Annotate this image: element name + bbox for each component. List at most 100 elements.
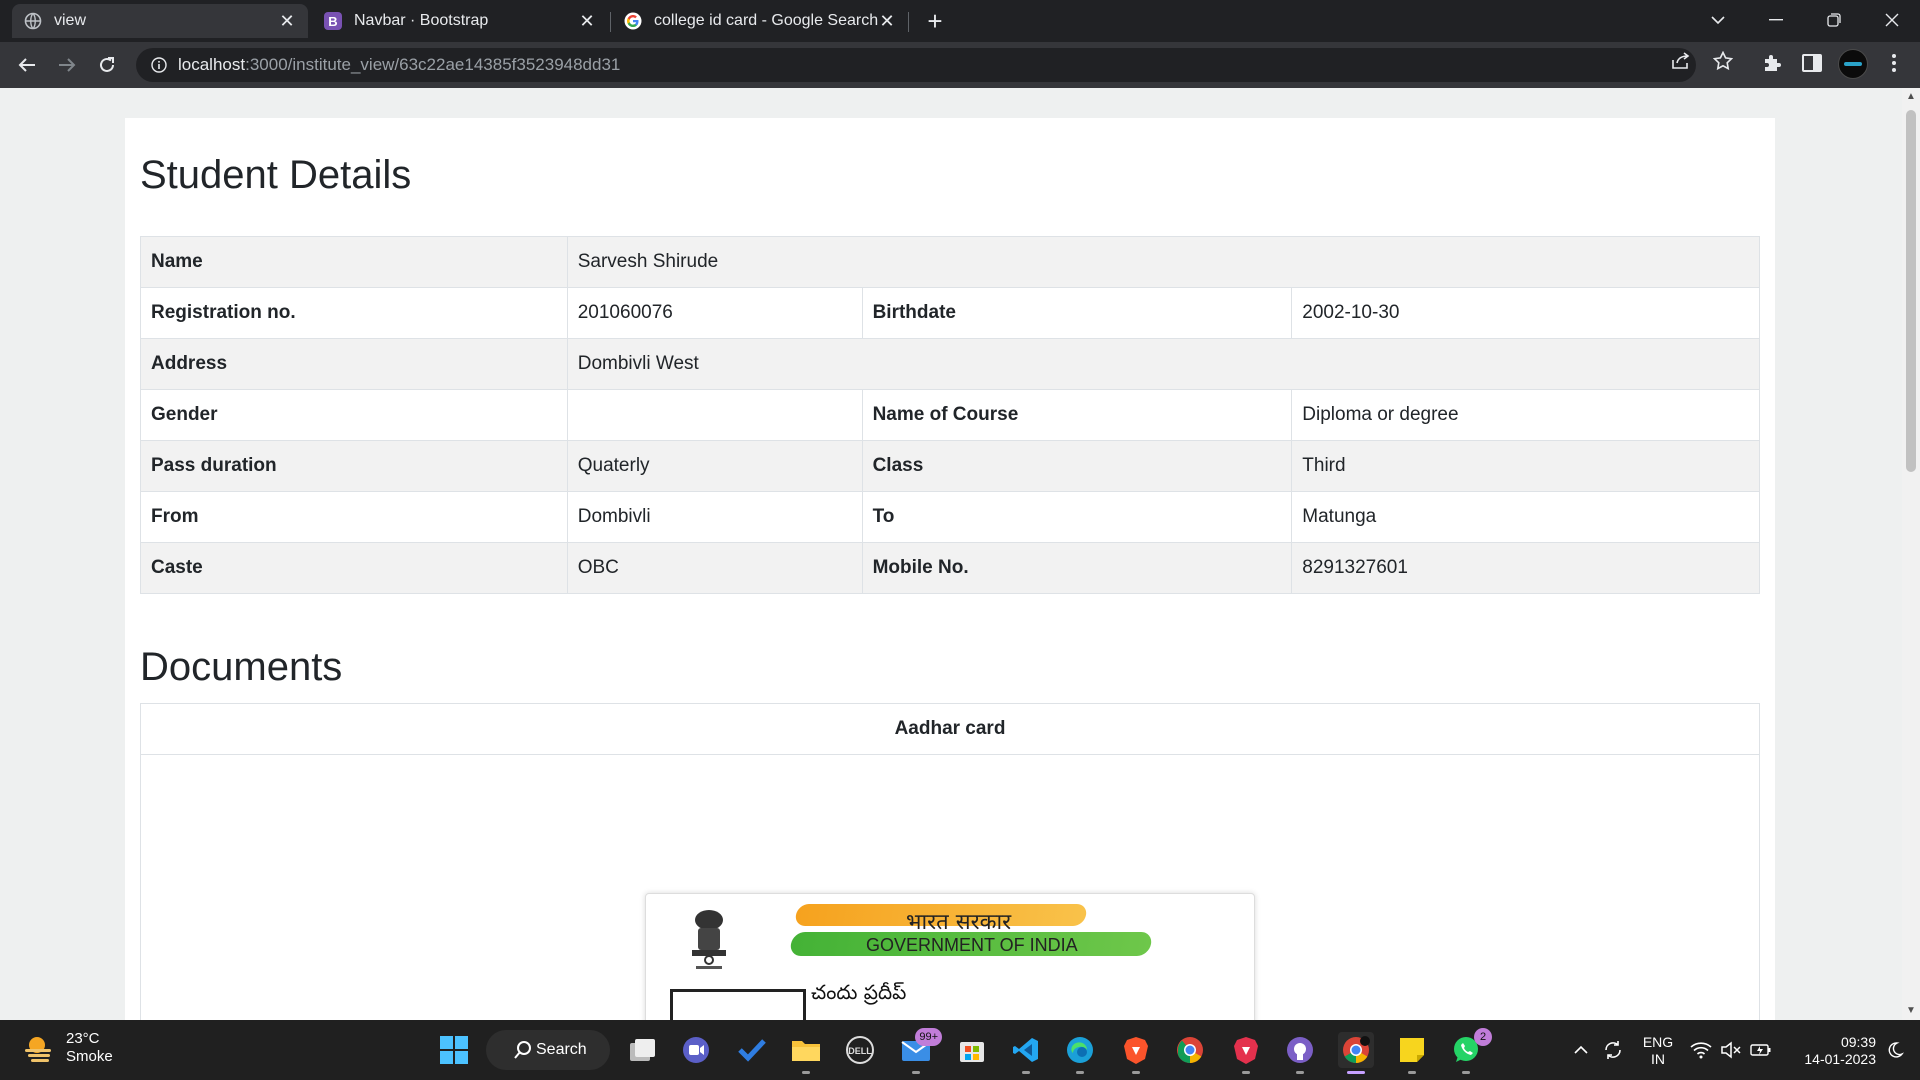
table-row: From Dombivli To Matunga [140,491,1760,543]
field-label: To [861,491,1293,543]
language-code: ENG [1642,1034,1674,1050]
running-indicator [1022,1071,1030,1074]
taskbar-search-box[interactable]: Search [486,1030,610,1070]
running-indicator [912,1071,920,1074]
brave-beta-icon[interactable] [1228,1032,1264,1074]
url-host: localhost [178,55,246,74]
google-icon [624,12,642,30]
microsoft-store-icon[interactable] [954,1032,990,1068]
task-view-icon[interactable] [624,1032,660,1068]
field-value: 201060076 [566,287,863,339]
dell-icon[interactable]: DELL [842,1032,878,1068]
clock-date: 14-01-2023 [1804,1051,1876,1067]
scroll-up-icon[interactable]: ▲ [1906,92,1916,102]
windows-start-icon[interactable] [436,1032,472,1068]
clock[interactable]: 09:39 14-01-2023 [1790,1034,1876,1068]
running-indicator [1296,1071,1304,1074]
github-icon[interactable] [1282,1032,1318,1074]
close-icon[interactable]: ✕ [878,11,896,31]
close-icon[interactable]: ✕ [578,11,596,31]
extensions-puzzle-icon[interactable] [1760,51,1784,75]
national-emblem-icon [684,904,734,974]
field-label: Class [861,440,1293,492]
reload-button[interactable] [92,50,122,80]
running-indicator [1242,1071,1250,1074]
file-explorer-icon[interactable] [788,1032,824,1074]
bootstrap-icon: B [324,12,342,30]
restore-button[interactable] [1806,0,1862,40]
wifi-icon[interactable] [1686,1032,1716,1068]
windows-taskbar: 23°C Smoke Search DELL 99+ 2 ENG IN 09:3… [0,1020,1920,1080]
url-path: :3000/institute_view/63c22ae14385f352394… [245,55,621,74]
todo-check-icon[interactable] [734,1032,770,1068]
tab-title: college id card - Google Search [654,12,878,29]
clock-time: 09:39 [1840,1034,1876,1050]
teams-chat-icon[interactable] [678,1032,714,1068]
profile-avatar[interactable] [1838,49,1868,79]
focus-moon-icon[interactable] [1880,1032,1910,1068]
table-row: Caste OBC Mobile No. 8291327601 [140,542,1760,594]
tab-title: view [54,12,87,29]
site-info-icon[interactable] [150,56,168,74]
brave-icon[interactable] [1118,1032,1154,1074]
side-panel-icon[interactable] [1800,51,1824,75]
svg-text:B: B [328,14,337,29]
bookmark-star-icon[interactable] [1712,50,1734,72]
field-label: Gender [140,389,568,441]
vscode-icon[interactable] [1008,1032,1044,1074]
field-value: Dombivli West [566,338,1761,390]
tab-separator [908,12,909,32]
student-details-table: Name Sarvesh Shirude Registration no. 20… [140,236,1761,594]
field-label: Mobile No. [861,542,1293,594]
field-value: Diploma or degree [1291,389,1760,441]
forward-button[interactable] [52,50,82,80]
battery-charging-icon[interactable] [1746,1032,1776,1068]
table-row: Pass duration Quaterly Class Third [140,440,1760,492]
sync-icon[interactable] [1598,1032,1628,1068]
whatsapp-badge: 2 [1474,1028,1492,1046]
field-label: Birthdate [861,287,1293,339]
scroll-thumb[interactable] [1906,110,1916,472]
address-bar[interactable]: localhost:3000/institute_view/63c22ae143… [136,48,1696,82]
whatsapp-icon[interactable]: 2 [1448,1028,1492,1074]
language-indicator[interactable]: ENG IN [1640,1034,1676,1068]
running-indicator [802,1071,810,1074]
tab-title: Navbar · Bootstrap [354,12,489,29]
show-hidden-icons-chevron-icon[interactable] [1566,1032,1596,1068]
scroll-down-icon[interactable]: ▼ [1906,1006,1916,1016]
tab-separator [610,12,611,32]
page-scrollbar[interactable]: ▲ ▼ [1902,88,1920,1020]
region-code: IN [1651,1051,1665,1067]
card-holder-name: చందు ప్రదీప్ [811,980,907,1004]
field-label: Caste [140,542,568,594]
share-icon[interactable] [1670,50,1692,72]
document-header: Aadhar card [140,703,1760,755]
svg-text:DELL: DELL [848,1046,872,1056]
menu-kebab-icon[interactable] [1882,51,1906,75]
mail-icon[interactable]: 99+ [898,1028,942,1074]
tab-search-dropdown-icon[interactable] [1690,0,1746,40]
field-label: Name [140,236,568,288]
chrome-icon[interactable] [1172,1032,1208,1068]
tab-view[interactable]: view ✕ [12,4,308,38]
back-button[interactable] [12,50,42,80]
sticky-notes-icon[interactable] [1394,1032,1430,1074]
page-viewport: Student Details Name Sarvesh Shirude Reg… [0,88,1902,1020]
table-row: Registration no. 201060076 Birthdate 200… [140,287,1760,339]
tab-google-search[interactable]: college id card - Google Search ✕ [612,4,908,38]
running-indicator [1076,1071,1084,1074]
edge-icon[interactable] [1062,1032,1098,1074]
weather-widget[interactable]: 23°C Smoke [22,1030,113,1066]
close-window-button[interactable] [1864,0,1920,40]
close-icon[interactable]: ✕ [278,11,296,31]
minimize-button[interactable] [1748,0,1804,40]
table-row: Gender Name of Course Diploma or degree [140,389,1760,441]
field-value: 8291327601 [1291,542,1760,594]
new-tab-button[interactable]: + [920,6,950,36]
tab-navbar-bootstrap[interactable]: B Navbar · Bootstrap ✕ [312,4,608,38]
card-photo-frame [670,989,806,1020]
field-label: Registration no. [140,287,568,339]
field-value: 2002-10-30 [1291,287,1760,339]
chrome-profile-icon[interactable] [1338,1032,1374,1074]
volume-muted-icon[interactable] [1716,1032,1746,1068]
